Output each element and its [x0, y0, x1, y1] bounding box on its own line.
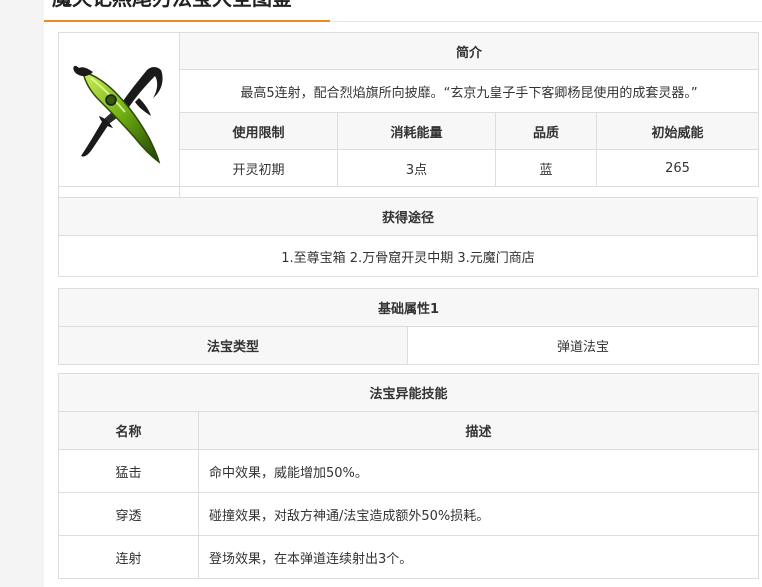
intro-text: 最高5连射，配合烈焰旗所向披靡。“玄京九皇子手下客卿杨昆使用的成套灵器。”: [178, 69, 760, 113]
base-attr-label: 法宝类型: [58, 326, 408, 365]
skill-name: 穿透: [58, 492, 199, 536]
stat-value-power: 265: [595, 149, 760, 187]
skills-table: 法宝异能技能 名称 描述 猛击 命中效果，威能增加50%。 穿透 碰撞效果，对敌…: [57, 373, 760, 579]
skill-desc: 碰撞效果，对敌方神通/法宝造成额外50%损耗。: [197, 492, 760, 536]
title-underline: [44, 20, 330, 22]
stat-value-restriction: 开灵初期: [179, 149, 338, 187]
left-gutter: [0, 0, 44, 587]
base-attr-header: 基础属性1: [57, 288, 760, 327]
weapon-image-cell: [58, 32, 180, 187]
header-rule: [330, 21, 762, 22]
skill-name: 连射: [58, 535, 199, 579]
skill-desc: 命中效果，威能增加50%。: [197, 449, 760, 493]
weapon-info-table: 简介 最高5连射，配合烈焰旗所向披靡。“玄京九皇子手下客卿杨昆使用的成套灵器。”…: [58, 32, 760, 220]
skills-header: 法宝异能技能: [57, 373, 760, 412]
skill-desc: 登场效果，在本弹道连续射出3个。: [197, 535, 760, 579]
base-attr-value: 弹道法宝: [406, 326, 760, 365]
stat-header-restriction: 使用限制: [179, 112, 338, 150]
stat-header-energy: 消耗能量: [337, 112, 496, 150]
obtain-table: 获得途径 1.至尊宝箱 2.万骨窟开灵中期 3.元魔门商店: [58, 197, 758, 277]
base-attr-table: 基础属性1 法宝类型 弹道法宝: [57, 288, 760, 365]
skills-col-name: 名称: [58, 411, 199, 450]
intro-header: 简介: [178, 32, 760, 70]
obtain-text: 1.至尊宝箱 2.万骨窟开灵中期 3.元魔门商店: [58, 235, 758, 277]
stat-header-quality: 品质: [495, 112, 597, 150]
stat-value-energy: 3点: [337, 149, 496, 187]
stat-value-quality: 蓝: [495, 149, 597, 187]
page-title: 魔天记燕尾刃法宝大全图鉴: [52, 0, 292, 10]
stat-header-power: 初始威能: [595, 112, 760, 150]
crossed-blades-icon: [73, 65, 163, 164]
skills-col-desc: 描述: [197, 411, 760, 450]
obtain-header: 获得途径: [58, 197, 758, 236]
skill-name: 猛击: [58, 449, 199, 493]
